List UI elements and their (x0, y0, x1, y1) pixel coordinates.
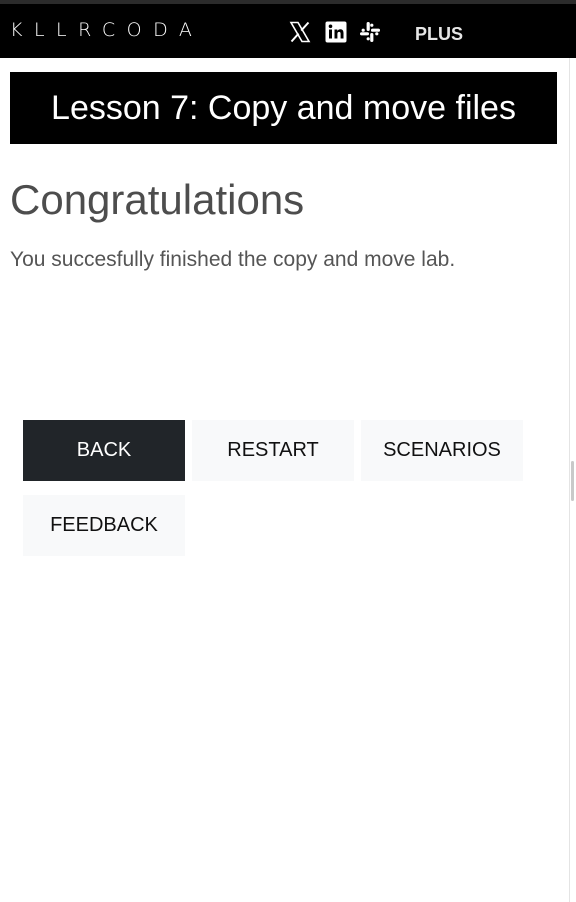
page-divider (569, 58, 570, 902)
lesson-title: Lesson 7: Copy and move files (51, 88, 516, 127)
x-icon[interactable] (288, 20, 312, 44)
back-button[interactable]: BACK (23, 420, 185, 481)
plus-link[interactable]: PLUS (415, 24, 463, 45)
top-navigation-bar: KLLRCODA PLUS (0, 4, 576, 58)
slack-icon[interactable] (358, 20, 382, 44)
completion-message: You succesfully finished the copy and mo… (10, 248, 456, 271)
congratulations-heading: Congratulations (10, 176, 305, 223)
scenarios-button[interactable]: SCENARIOS (361, 420, 523, 481)
scrollbar-handle[interactable] (571, 461, 574, 501)
lesson-title-banner: Lesson 7: Copy and move files (10, 72, 557, 144)
linkedin-icon[interactable] (324, 20, 348, 44)
killercoda-logo[interactable]: KLLRCODA (10, 19, 203, 41)
restart-button[interactable]: RESTART (192, 420, 354, 481)
feedback-button[interactable]: FEEDBACK (23, 495, 185, 556)
